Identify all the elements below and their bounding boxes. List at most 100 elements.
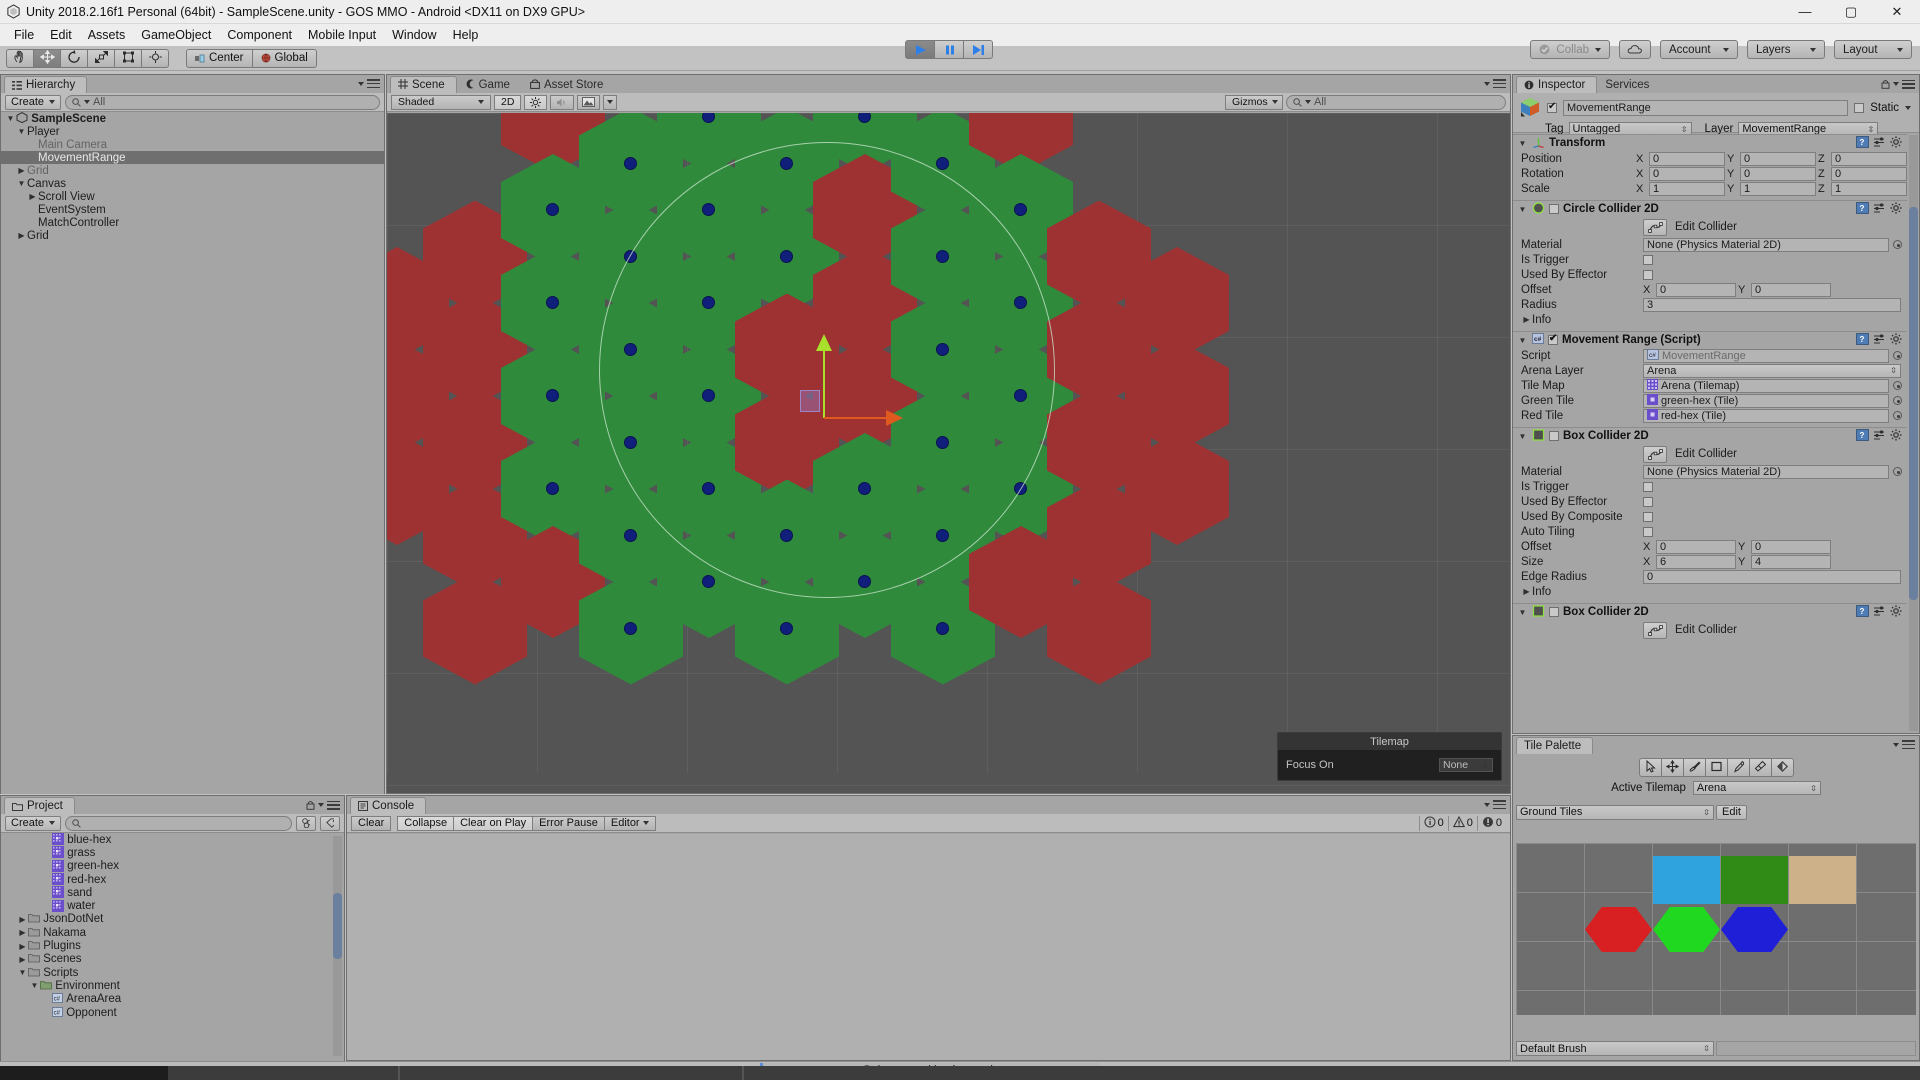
project-panel-menu[interactable]: [306, 800, 340, 810]
palette-tile-blue-hex[interactable]: [1721, 907, 1788, 952]
preset-button[interactable]: [1873, 202, 1886, 217]
chevron-down-icon[interactable]: [1905, 105, 1911, 110]
tab-project[interactable]: Project: [4, 797, 75, 814]
is-trigger-checkbox[interactable]: [1643, 254, 1653, 265]
component-options-button[interactable]: [1890, 202, 1902, 217]
console-error-pause-button[interactable]: Error Pause: [532, 815, 605, 831]
console-clear-on-play-button[interactable]: Clear on Play: [453, 815, 534, 831]
hierarchy-item-samplescene[interactable]: ▼ SampleScene: [1, 112, 384, 125]
unit-dot[interactable]: [546, 389, 559, 402]
help-button[interactable]: ?: [1856, 604, 1869, 620]
gizmo-plane-handle[interactable]: [800, 390, 820, 412]
disclosure-triangle-open[interactable]: ▼: [16, 127, 27, 136]
move-tool-button[interactable]: [33, 48, 61, 68]
taskbar-active-item[interactable]: [0, 1066, 168, 1080]
palette-brush-tool-button[interactable]: [1683, 758, 1706, 777]
hand-tool-button[interactable]: [6, 48, 34, 68]
z-input[interactable]: 0: [1831, 166, 1907, 181]
project-item-jsondotnet[interactable]: ▶ JsonDotNet: [1, 913, 344, 926]
preset-button[interactable]: [1873, 333, 1886, 348]
menu-item-assets[interactable]: Assets: [80, 26, 134, 44]
unit-dot[interactable]: [1014, 203, 1027, 216]
console-panel-menu[interactable]: [1484, 800, 1506, 809]
component-options-button[interactable]: [1890, 605, 1902, 620]
scene-fx-toggle[interactable]: [577, 94, 601, 110]
rotate-tool-button[interactable]: [60, 48, 88, 68]
hierarchy-search-input[interactable]: All: [65, 94, 380, 110]
palette-edit-button[interactable]: Edit: [1716, 804, 1747, 820]
arena-layer-dropdown[interactable]: Arena ⇳: [1643, 363, 1901, 378]
disclosure-triangle-closed[interactable]: ▶: [16, 231, 27, 240]
help-button[interactable]: ?: [1856, 135, 1869, 151]
console-editor-button[interactable]: Editor: [603, 815, 656, 831]
object-reference-field[interactable]: red-hex (Tile): [1643, 408, 1889, 423]
layout-button[interactable]: Layout: [1834, 40, 1912, 59]
scene-fx-dropdown[interactable]: [603, 94, 618, 110]
component-enabled-checkbox[interactable]: [1548, 333, 1558, 345]
component-enabled-checkbox[interactable]: [1549, 431, 1559, 441]
scale-tool-button[interactable]: [87, 48, 115, 68]
space-mode-button[interactable]: Global: [251, 48, 317, 68]
disclosure-triangle-open[interactable]: ▼: [17, 968, 28, 977]
disclosure-triangle-open[interactable]: ▼: [1517, 336, 1528, 345]
transform-tool-button[interactable]: [141, 48, 169, 68]
tab-scene[interactable]: Scene: [390, 76, 457, 93]
gizmo-x-axis[interactable]: [824, 417, 894, 419]
y-input[interactable]: 0: [1751, 539, 1831, 554]
y-input[interactable]: 4: [1751, 554, 1831, 569]
z-input[interactable]: 0: [1831, 151, 1907, 166]
scene-panel-menu[interactable]: [1484, 79, 1506, 88]
tab-tile-palette[interactable]: Tile Palette: [1516, 737, 1594, 754]
unit-dot[interactable]: [624, 621, 637, 635]
palette-eraser-tool-button[interactable]: [1749, 758, 1772, 777]
unit-dot[interactable]: [780, 621, 793, 635]
unit-dot[interactable]: [546, 203, 559, 216]
z-input[interactable]: 1: [1831, 181, 1907, 196]
hierarchy-item-eventsystem[interactable]: ▶EventSystem: [1, 203, 384, 216]
component-options-button[interactable]: [1890, 136, 1902, 151]
value-input[interactable]: 3: [1643, 297, 1901, 312]
focus-on-dropdown[interactable]: None ⇳: [1439, 758, 1493, 772]
disclosure-triangle-closed[interactable]: ▶: [17, 915, 28, 924]
object-reference-field[interactable]: c# MovementRange: [1643, 348, 1889, 363]
disclosure-triangle-open[interactable]: ▼: [1517, 205, 1528, 214]
hierarchy-item-canvas[interactable]: ▼ Canvas: [1, 177, 384, 190]
project-item-scenes[interactable]: ▶ Scenes: [1, 953, 344, 966]
x-input[interactable]: 0: [1649, 166, 1725, 181]
palette-box-fill-tool-button[interactable]: [1705, 758, 1728, 777]
project-item-environment[interactable]: ▼ Environment: [1, 979, 344, 992]
unit-dot[interactable]: [702, 575, 715, 588]
is-trigger-checkbox[interactable]: [1643, 481, 1653, 492]
project-item-opponent[interactable]: ▶c# Opponent: [1, 1006, 344, 1019]
disclosure-triangle-open[interactable]: ▼: [16, 179, 27, 188]
gameobject-enabled-checkbox[interactable]: [1547, 101, 1557, 113]
gizmo-y-arrow[interactable]: [816, 334, 832, 351]
edit-collider-button[interactable]: [1643, 218, 1667, 236]
x-input[interactable]: 6: [1656, 554, 1736, 569]
used-by-effector-checkbox[interactable]: [1643, 269, 1653, 280]
menu-item-mobile-input[interactable]: Mobile Input: [300, 26, 384, 44]
hierarchy-item-movementrange[interactable]: ▶MovementRange: [1, 151, 384, 164]
disclosure-triangle-closed[interactable]: ▶: [17, 955, 28, 964]
component-header-movement-range-script[interactable]: ▼ c# Movement Range (Script) ?: [1513, 331, 1907, 348]
palette-move-tool-button[interactable]: [1661, 758, 1684, 777]
scene-search-input[interactable]: All: [1286, 94, 1506, 110]
play-button[interactable]: [905, 40, 935, 59]
object-picker-button[interactable]: [1893, 467, 1902, 476]
project-scrollbar-thumb[interactable]: [333, 893, 342, 960]
component-options-button[interactable]: [1890, 333, 1902, 348]
object-picker-button[interactable]: [1893, 411, 1902, 420]
component-header-box-collider-2d[interactable]: ▼ Box Collider 2D ?: [1513, 427, 1907, 444]
y-input[interactable]: 0: [1740, 166, 1816, 181]
object-picker-button[interactable]: [1893, 381, 1902, 390]
inspector-scrollbar-thumb[interactable]: [1909, 206, 1918, 600]
project-item-water[interactable]: ▶ water: [1, 899, 344, 912]
y-input[interactable]: 0: [1740, 151, 1816, 166]
unit-dot[interactable]: [936, 156, 949, 170]
disclosure-triangle-closed[interactable]: ▶: [16, 166, 27, 175]
preset-button[interactable]: [1873, 429, 1886, 444]
project-item-scripts[interactable]: ▼ Scripts: [1, 966, 344, 979]
step-button[interactable]: [963, 40, 993, 59]
y-input[interactable]: 1: [1740, 181, 1816, 196]
brush-dropdown[interactable]: Default Brush ⇳: [1516, 1041, 1714, 1056]
